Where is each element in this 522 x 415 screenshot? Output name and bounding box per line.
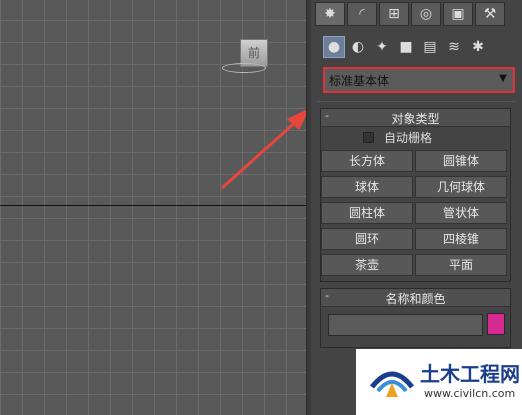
watermark-url: www.civilcn.com bbox=[424, 387, 516, 400]
object-color-swatch[interactable] bbox=[487, 313, 505, 335]
plane-button[interactable]: 平面 bbox=[415, 254, 507, 276]
cone-button[interactable]: 圆锥体 bbox=[415, 150, 507, 172]
systems-icon[interactable]: ✱ bbox=[467, 36, 489, 58]
divider bbox=[317, 101, 516, 102]
torus-button[interactable]: 圆环 bbox=[321, 228, 413, 250]
shapes-icon[interactable]: ◐ bbox=[347, 36, 369, 58]
object-type-rollout-header[interactable]: - 对象类型 bbox=[321, 109, 510, 127]
arrow-shaft bbox=[220, 116, 302, 190]
rollout-title: 对象类型 bbox=[391, 112, 440, 126]
spacewarps-icon[interactable]: ≋ bbox=[443, 36, 465, 58]
cylinder-button[interactable]: 圆柱体 bbox=[321, 202, 413, 224]
create-icon[interactable]: ✸ bbox=[315, 2, 345, 26]
utilities-icon[interactable]: ⚒ bbox=[475, 2, 505, 26]
watermark-brand: 土木工程网 bbox=[420, 362, 520, 386]
geometry-icon[interactable]: ● bbox=[323, 36, 345, 58]
autogrid-checkbox[interactable] bbox=[363, 132, 374, 143]
tube-button[interactable]: 管状体 bbox=[415, 202, 507, 224]
object-name-field[interactable] bbox=[328, 314, 483, 336]
command-panel-tabs: ✸ ◜ ⊞ ◎ ▣ ⚒ bbox=[315, 2, 507, 26]
watermark: 土木工程网 www.civilcn.com bbox=[356, 349, 522, 415]
modify-icon[interactable]: ◜ bbox=[347, 2, 377, 26]
cameras-icon[interactable]: ■ bbox=[395, 36, 417, 58]
helpers-icon[interactable]: ▤ bbox=[419, 36, 441, 58]
autogrid-option[interactable]: 自动栅格 bbox=[363, 129, 432, 146]
teapot-button[interactable]: 茶壶 bbox=[321, 254, 413, 276]
motion-icon[interactable]: ◎ bbox=[411, 2, 441, 26]
geosphere-button[interactable]: 几何球体 bbox=[415, 176, 507, 198]
display-icon[interactable]: ▣ bbox=[443, 2, 473, 26]
name-color-rollout-header[interactable]: - 名称和颜色 bbox=[321, 289, 510, 307]
pyramid-button[interactable]: 四棱锥 bbox=[415, 228, 507, 250]
rollout-title: 名称和颜色 bbox=[385, 292, 446, 306]
civilcn-logo-icon bbox=[370, 371, 414, 397]
create-subcategory-bar: ● ◐ ✦ ■ ▤ ≋ ✱ bbox=[323, 36, 491, 58]
geometry-type-dropdown[interactable]: 标准基本体 ▼ bbox=[323, 67, 515, 93]
sphere-button[interactable]: 球体 bbox=[321, 176, 413, 198]
lights-icon[interactable]: ✦ bbox=[371, 36, 393, 58]
chevron-down-icon[interactable]: ▼ bbox=[496, 71, 510, 87]
autogrid-label: 自动栅格 bbox=[384, 131, 433, 145]
dropdown-value: 标准基本体 bbox=[329, 74, 390, 88]
hierarchy-icon[interactable]: ⊞ bbox=[379, 2, 409, 26]
box-button[interactable]: 长方体 bbox=[321, 150, 413, 172]
